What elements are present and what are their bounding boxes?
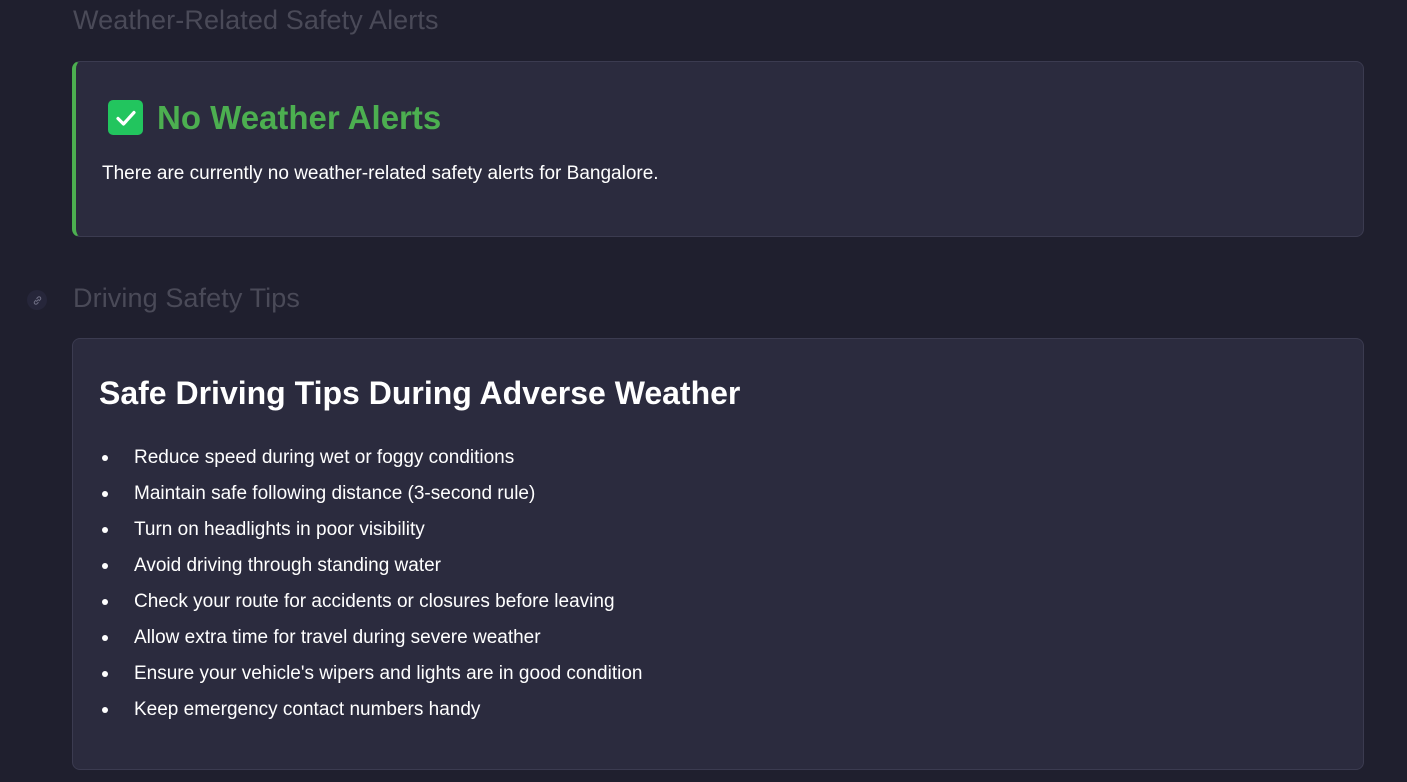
bullet-icon [102, 707, 108, 713]
list-item: Allow extra time for travel during sever… [99, 620, 642, 656]
page: Weather-Related Safety Alerts No Weather… [0, 0, 1407, 782]
driving-tips-heading: Driving Safety Tips [73, 283, 300, 313]
bullet-icon [102, 671, 108, 677]
tips-card-title: Safe Driving Tips During Adverse Weather [99, 375, 741, 411]
driving-tips-card: Safe Driving Tips During Adverse Weather… [72, 338, 1364, 770]
tip-text: Maintain safe following distance (3-seco… [134, 483, 536, 504]
list-item: Maintain safe following distance (3-seco… [99, 476, 642, 512]
list-item: Ensure your vehicle's wipers and lights … [99, 656, 642, 692]
tip-text: Reduce speed during wet or foggy conditi… [134, 447, 515, 468]
tips-list: Reduce speed during wet or foggy conditi… [99, 440, 642, 728]
bullet-icon [102, 491, 108, 497]
bullet-icon [102, 527, 108, 533]
bullet-icon [102, 455, 108, 461]
tip-text: Avoid driving through standing water [134, 555, 442, 576]
list-item: Check your route for accidents or closur… [99, 584, 642, 620]
weather-alert-card: No Weather Alerts There are currently no… [72, 61, 1364, 237]
tip-text: Keep emergency contact numbers handy [134, 699, 481, 720]
alert-title-text: No Weather Alerts [157, 99, 442, 136]
bullet-icon [102, 563, 108, 569]
tip-text: Ensure your vehicle's wipers and lights … [134, 663, 643, 684]
tip-text: Check your route for accidents or closur… [134, 591, 615, 612]
list-item: Reduce speed during wet or foggy conditi… [99, 440, 642, 476]
alert-title: No Weather Alerts [108, 100, 441, 135]
bullet-icon [102, 635, 108, 641]
list-item: Avoid driving through standing water [99, 548, 642, 584]
tip-text: Turn on headlights in poor visibility [134, 519, 425, 540]
weather-alerts-heading: Weather-Related Safety Alerts [73, 5, 439, 35]
link-icon[interactable] [27, 290, 47, 310]
list-item: Keep emergency contact numbers handy [99, 692, 642, 728]
tip-text: Allow extra time for travel during sever… [134, 627, 541, 648]
list-item: Turn on headlights in poor visibility [99, 512, 642, 548]
alert-message: There are currently no weather-related s… [102, 163, 659, 184]
check-mark-icon [108, 100, 143, 135]
bullet-icon [102, 599, 108, 605]
